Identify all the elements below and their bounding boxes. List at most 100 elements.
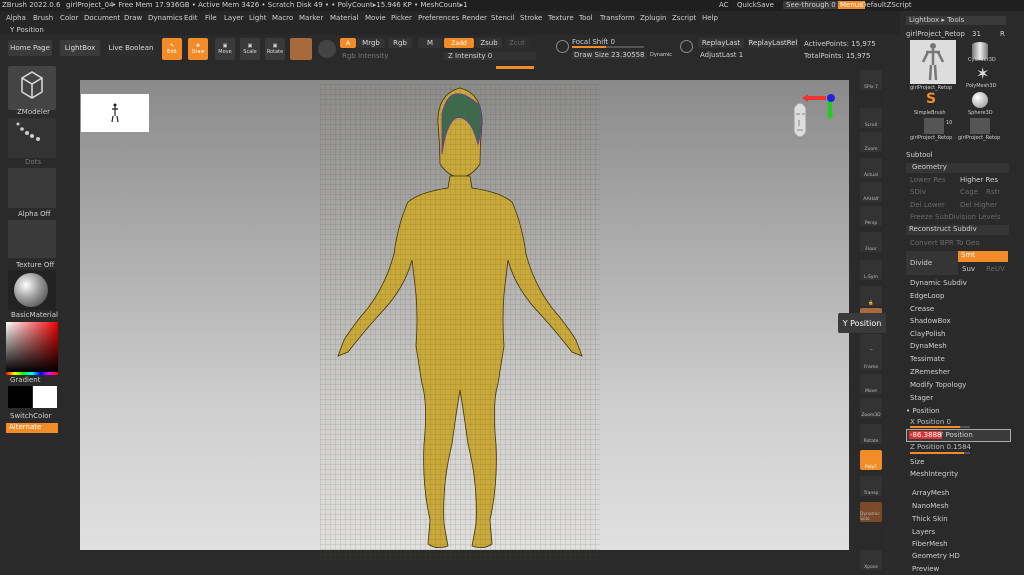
xpose-button[interactable]: Xpose — [860, 550, 882, 570]
dynamic-solo-button[interactable]: Dynamic Solo — [860, 502, 882, 522]
focal-shift-track[interactable] — [572, 46, 644, 48]
fibermesh-section[interactable]: FiberMesh — [912, 540, 948, 548]
menu-layer[interactable]: Layer — [224, 14, 244, 22]
reconstruct-subdiv-button[interactable]: Reconstruct Subdiv — [906, 225, 1009, 235]
edit-button[interactable]: ✎ Edit — [162, 38, 182, 60]
tool-thumb-girl[interactable] — [910, 40, 956, 84]
rstr-button[interactable]: Rstr — [986, 188, 1000, 196]
polyf-button[interactable]: PolyF — [860, 450, 882, 470]
home-page-button[interactable]: Home Page — [8, 40, 52, 56]
layers-section[interactable]: Layers — [912, 528, 935, 536]
menu-file[interactable]: File — [205, 14, 217, 22]
lightbox-button[interactable]: LightBox — [60, 40, 100, 56]
menu-render[interactable]: Render — [462, 14, 487, 22]
thick-skin-section[interactable]: Thick Skin — [912, 515, 948, 523]
a-button[interactable]: A — [340, 38, 356, 48]
scale-button[interactable]: ▣ Scale — [240, 38, 260, 60]
menu-marker[interactable]: Marker — [299, 14, 323, 22]
draw-button[interactable]: ✥ Draw — [188, 38, 208, 60]
rotate-button[interactable]: ▣ Rotate — [265, 38, 285, 60]
preview-section[interactable]: Preview — [912, 565, 939, 573]
geometry-hd-section[interactable]: Geometry HD — [912, 552, 960, 560]
dynamic-subdiv-item[interactable]: Dynamic Subdiv — [910, 279, 967, 287]
rgb-button[interactable]: Rgb — [388, 38, 412, 48]
menu-draw[interactable]: Draw — [124, 14, 142, 22]
zmodeler-brush-button[interactable] — [8, 66, 56, 110]
lightbox-tools-header[interactable]: Lightbox ▸ Tools — [906, 16, 1006, 25]
sphere-brush-icon[interactable] — [318, 40, 336, 58]
spix-button[interactable]: SPix 7 — [860, 70, 882, 90]
tool-thumb-retop-b[interactable] — [970, 118, 990, 134]
menu-stroke[interactable]: Stroke — [520, 14, 542, 22]
default-zscript-button[interactable]: DefaultZScript — [861, 1, 912, 9]
r-button[interactable]: R — [1000, 30, 1005, 38]
menu-preferences[interactable]: Preferences — [418, 14, 459, 22]
subtool-section[interactable]: Subtool — [906, 151, 933, 159]
texture-button[interactable] — [8, 220, 56, 258]
alpha-button[interactable] — [8, 168, 56, 208]
mrgb-button[interactable]: Mrgb — [357, 38, 385, 48]
del-higher-button[interactable]: Del Higher — [960, 201, 997, 209]
geometry-section[interactable]: Geometry — [906, 163, 1009, 173]
menu-alpha[interactable]: Alpha — [6, 14, 26, 22]
color-picker[interactable] — [6, 322, 58, 372]
see-through-slider[interactable]: See-through 0 — [783, 1, 839, 9]
live-boolean-button[interactable]: Live Boolean — [108, 40, 154, 56]
menu-stencil[interactable]: Stencil — [491, 14, 515, 22]
arraymesh-section[interactable]: ArrayMesh — [912, 489, 949, 497]
material-button[interactable] — [8, 270, 56, 310]
zsub-button[interactable]: Zsub — [476, 38, 502, 48]
s-icon[interactable] — [556, 40, 569, 53]
replay-last-rel-button[interactable]: ReplayLastRel — [748, 38, 798, 48]
zoom3d-button[interactable]: Zoom3D — [860, 398, 882, 418]
menu-brush[interactable]: Brush — [33, 14, 53, 22]
alternate-button[interactable]: Alternate — [6, 423, 58, 433]
menu-zplugin[interactable]: Zplugin — [640, 14, 666, 22]
menu-edit[interactable]: Edit — [184, 14, 198, 22]
orientation-head-gizmo[interactable] — [782, 90, 842, 156]
dynamic-button[interactable]: Dynamic — [650, 52, 672, 58]
draw-size-slider[interactable]: Draw Size 23.30558 — [572, 51, 647, 59]
menu-transform[interactable]: Transform — [600, 14, 635, 22]
menu-light[interactable]: Light — [249, 14, 266, 22]
menu-macro[interactable]: Macro — [272, 14, 293, 22]
menu-texture[interactable]: Texture — [548, 14, 574, 22]
actual-button[interactable]: Actual — [860, 158, 882, 178]
transp-button[interactable]: Transp — [860, 476, 882, 496]
freeze-subdivision-button[interactable]: Freeze SubDivision Levels — [910, 213, 1000, 221]
hue-strip[interactable] — [6, 372, 58, 375]
gyro-icon[interactable] — [290, 38, 312, 60]
polymesh-star-icon[interactable]: ✶ — [976, 64, 989, 83]
d-icon[interactable] — [680, 40, 693, 53]
replay-last-button[interactable]: ReplayLast — [698, 38, 744, 48]
sphere-icon[interactable] — [972, 92, 988, 108]
persp-button[interactable]: Persp — [860, 206, 882, 226]
rgb-intensity-slider[interactable]: Rgb Intensity — [342, 52, 388, 60]
cage-button[interactable]: Cage — [960, 188, 978, 196]
position-section[interactable]: • Position — [906, 407, 940, 415]
aahalf-button[interactable]: AAHalf — [860, 182, 882, 202]
crease-item[interactable]: Crease — [910, 305, 934, 313]
lower-res-button[interactable]: Lower Res — [910, 176, 946, 184]
navigator-thumbnail[interactable] — [81, 94, 149, 132]
zoom-button[interactable]: Zoom — [860, 132, 882, 152]
menu-material[interactable]: Material — [330, 14, 358, 22]
menu-document[interactable]: Document — [84, 14, 120, 22]
menu-zscript[interactable]: Zscript — [672, 14, 696, 22]
secondary-color-swatch[interactable] — [33, 386, 57, 408]
focal-shift-slider[interactable]: Focal Shift 0 — [572, 38, 615, 46]
suv-toggle[interactable]: Suv — [962, 265, 975, 273]
menu-tool[interactable]: Tool — [579, 14, 593, 22]
claypolish-item[interactable]: ClayPolish — [910, 330, 946, 338]
stroke-dots-button[interactable] — [8, 118, 56, 158]
modify-topology-item[interactable]: Modify Topology — [910, 381, 966, 389]
stager-item[interactable]: Stager — [910, 394, 933, 402]
menu-color[interactable]: Color — [60, 14, 78, 22]
zcut-button[interactable]: Zcut — [504, 38, 530, 48]
meshintegrity-section[interactable]: MeshIntegrity — [910, 470, 958, 478]
edgeloop-item[interactable]: EdgeLoop — [910, 292, 944, 300]
y-position-field[interactable]: -86.3888 Y Position — [906, 429, 1011, 442]
divide-button[interactable]: Divide — [906, 251, 958, 275]
sdiv-slider[interactable]: SDiv — [910, 188, 926, 196]
adjust-last-slider[interactable]: AdjustLast 1 — [700, 51, 743, 59]
